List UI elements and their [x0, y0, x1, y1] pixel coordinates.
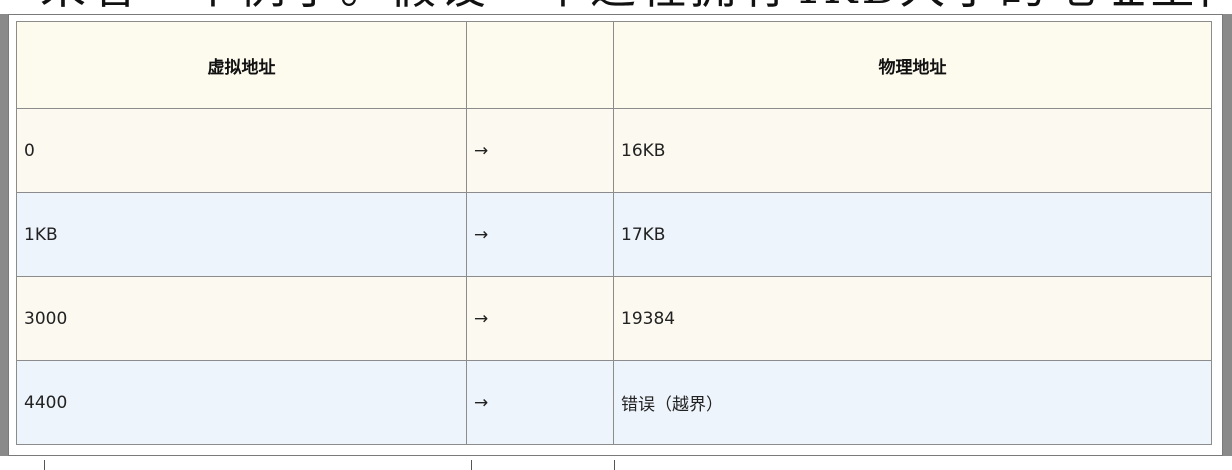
virtual-address-cell: 4400 — [16, 360, 467, 445]
physical-address-cell: 17KB — [613, 192, 1212, 277]
cropped-heading-text: 来看一个例子。假设一个进程拥有4KB大小的地址空间(是的: — [40, 0, 1232, 12]
physical-address-cell: 19384 — [613, 276, 1212, 361]
table-border-tick — [471, 460, 472, 470]
next-table-edge-strip — [0, 456, 1232, 470]
virtual-address-cell: 0 — [16, 108, 467, 193]
table-row: 1KB → 17KB — [16, 192, 1212, 277]
header-arrow — [466, 21, 614, 109]
arrow-cell: → — [466, 108, 614, 193]
table-row: 0 → 16KB — [16, 108, 1212, 193]
physical-address-cell: 错误（越界） — [613, 360, 1212, 445]
arrow-cell: → — [466, 276, 614, 361]
header-physical-address: 物理地址 — [613, 21, 1212, 109]
arrow-cell: → — [466, 192, 614, 277]
table-row: 3000 → 19384 — [16, 276, 1212, 361]
table-border-tick — [614, 460, 615, 470]
physical-address-cell: 16KB — [613, 108, 1212, 193]
virtual-address-cell: 3000 — [16, 276, 467, 361]
virtual-address-cell: 1KB — [16, 192, 467, 277]
table-frame: 虚拟地址 物理地址 0 → 16KB 1KB → 17KB 3000 → 193… — [8, 14, 1223, 456]
table-border-tick — [44, 460, 45, 470]
arrow-cell: → — [466, 360, 614, 445]
cropped-heading-strip: 来看一个例子。假设一个进程拥有4KB大小的地址空间(是的: — [0, 0, 1232, 14]
table-row: 4400 → 错误（越界） — [16, 360, 1212, 445]
header-virtual-address: 虚拟地址 — [16, 21, 467, 109]
table-header-row: 虚拟地址 物理地址 — [16, 21, 1212, 109]
address-mapping-table: 虚拟地址 物理地址 0 → 16KB 1KB → 17KB 3000 → 193… — [16, 21, 1212, 445]
